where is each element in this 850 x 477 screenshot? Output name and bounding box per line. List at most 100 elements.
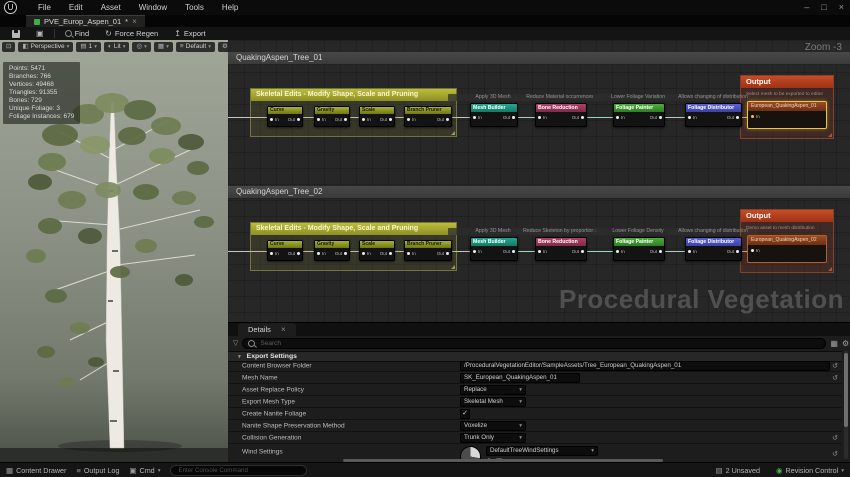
- node-branch-pruner[interactable]: Branch Pruner InOut: [404, 240, 452, 261]
- node-scale[interactable]: Scale InOut: [359, 106, 395, 127]
- minimize-button[interactable]: –: [804, 1, 809, 14]
- lit-mode-dropdown[interactable]: ◐Lit▾: [104, 42, 130, 52]
- in-pin[interactable]: [688, 250, 691, 253]
- node-mesh-builder[interactable]: Mesh Builder InOut: [470, 103, 518, 127]
- gear-icon[interactable]: ⚙: [842, 339, 849, 348]
- out-pin[interactable]: [512, 250, 515, 253]
- tab-close-icon[interactable]: ×: [132, 17, 137, 26]
- details-search-box[interactable]: [242, 338, 826, 349]
- profile-dropdown[interactable]: ≡Default▾: [176, 42, 215, 52]
- collision-generation-dropdown[interactable]: Trunk Only▾: [460, 433, 526, 443]
- out-pin[interactable]: [446, 118, 449, 121]
- out-pin[interactable]: [389, 118, 392, 121]
- create-nanite-foliage-checkbox[interactable]: ✓: [460, 409, 470, 419]
- perspective-dropdown[interactable]: ◧Perspective▾: [18, 42, 73, 52]
- in-pin[interactable]: [538, 250, 541, 253]
- out-pin[interactable]: [581, 250, 584, 253]
- revision-control-button[interactable]: ◉ Revision Control ▾: [776, 466, 844, 475]
- wind-settings-dropdown[interactable]: DefaultTreeWindSettings▾: [486, 446, 598, 456]
- reset-to-default-icon[interactable]: ↺: [832, 434, 838, 442]
- in-pin[interactable]: [616, 116, 619, 119]
- in-pin[interactable]: [616, 250, 619, 253]
- reset-to-default-icon[interactable]: ↺: [832, 374, 838, 382]
- output-box-title[interactable]: Output: [741, 210, 833, 222]
- node-gravity[interactable]: Gravity InOut: [314, 240, 350, 261]
- node-mesh-builder[interactable]: Mesh Builder InOut: [470, 237, 518, 261]
- in-pin[interactable]: [317, 118, 320, 121]
- out-pin[interactable]: [389, 252, 392, 255]
- output-comment-box[interactable]: Output Demo asset to mesh distribution E…: [740, 209, 834, 273]
- in-pin[interactable]: [751, 115, 754, 118]
- mesh-name-field[interactable]: SK_European_QuakingAspen_01: [460, 373, 580, 383]
- out-pin[interactable]: [297, 252, 300, 255]
- save-button[interactable]: [6, 30, 26, 38]
- menu-help[interactable]: Help: [213, 0, 247, 15]
- out-pin[interactable]: [736, 250, 739, 253]
- browse-button[interactable]: ▣: [30, 27, 50, 40]
- content-drawer-button[interactable]: ▦ Content Drawer: [6, 466, 66, 475]
- nanite-shape-preservation-dropdown[interactable]: Voxelize▾: [460, 421, 526, 431]
- comment-box-skeletal-edits[interactable]: Skeletal Edits - Modify Shape, Scale and…: [250, 88, 457, 137]
- show-flags-dropdown[interactable]: ◎▾: [132, 42, 150, 52]
- out-pin[interactable]: [736, 116, 739, 119]
- comment-box-skeletal-edits[interactable]: Skeletal Edits - Modify Shape, Scale and…: [250, 222, 457, 271]
- output-box-title[interactable]: Output: [741, 76, 833, 88]
- node-foliage-distributor[interactable]: Foliage Distributor InOut: [685, 237, 742, 261]
- details-search-input[interactable]: [258, 339, 820, 348]
- grid-dropdown[interactable]: ▦▾: [154, 42, 173, 52]
- in-pin[interactable]: [473, 250, 476, 253]
- filter-icon[interactable]: ▽: [233, 339, 238, 347]
- details-tab[interactable]: Details ×: [238, 323, 296, 336]
- node-foliage-painter[interactable]: Foliage Painter InOut: [613, 237, 665, 261]
- viewport-3d[interactable]: ⊡ ◧Perspective▾ ▤1▾ ◐Lit▾ ◎▾ ▦▾ ≡Default…: [0, 40, 229, 462]
- reset-to-default-icon[interactable]: ↺: [832, 450, 838, 458]
- node-output-mesh[interactable]: European_QuakingAspen_01 In: [747, 101, 827, 129]
- node-scale[interactable]: Scale InOut: [359, 240, 395, 261]
- maximize-button[interactable]: □: [821, 1, 826, 14]
- in-pin[interactable]: [538, 116, 541, 119]
- content-browser-folder-field[interactable]: /ProceduralVegetationEditor/SampleAssets…: [460, 361, 830, 371]
- node-branch-pruner[interactable]: Branch Pruner InOut: [404, 106, 452, 127]
- out-pin[interactable]: [512, 116, 515, 119]
- out-pin[interactable]: [344, 118, 347, 121]
- menu-asset[interactable]: Asset: [92, 0, 130, 15]
- cmd-dropdown[interactable]: ▣ Cmd ▾: [129, 466, 160, 475]
- in-pin[interactable]: [362, 252, 365, 255]
- view-group-dropdown[interactable]: ▤1▾: [76, 42, 101, 52]
- node-curve[interactable]: Curve InOut: [267, 240, 303, 261]
- in-pin[interactable]: [270, 252, 273, 255]
- in-pin[interactable]: [270, 118, 273, 121]
- unsaved-assets-button[interactable]: ▤ 2 Unsaved: [715, 466, 759, 475]
- console-command-input[interactable]: [176, 466, 301, 475]
- close-button[interactable]: ×: [839, 1, 844, 14]
- node-graph-panel[interactable]: Procedural Vegetation Zoom -3 QuakingAsp…: [228, 40, 850, 322]
- display-options-icon[interactable]: ▦: [830, 339, 838, 348]
- node-bone-reduction[interactable]: Bone Reduction InOut: [535, 103, 587, 127]
- maximize-viewport-icon[interactable]: ⊡: [2, 42, 15, 52]
- in-pin[interactable]: [751, 249, 754, 252]
- export-button[interactable]: ↥ Export: [168, 27, 211, 40]
- menu-file[interactable]: File: [29, 0, 60, 15]
- scrollbar-thumb[interactable]: [844, 353, 848, 427]
- out-pin[interactable]: [446, 252, 449, 255]
- output-log-button[interactable]: ≡ Output Log: [76, 466, 119, 475]
- vertical-scrollbar[interactable]: [844, 351, 848, 459]
- output-comment-box[interactable]: Output Select mesh to be exported to edi…: [740, 75, 834, 139]
- node-curve[interactable]: Curve InOut: [267, 106, 303, 127]
- comment-box-title[interactable]: Skeletal Edits - Modify Shape, Scale and…: [251, 223, 456, 235]
- node-foliage-distributor[interactable]: Foliage Distributor InOut: [685, 103, 742, 127]
- export-mesh-type-dropdown[interactable]: Skeletal Mesh▾: [460, 397, 526, 407]
- in-pin[interactable]: [407, 118, 410, 121]
- close-icon[interactable]: ×: [281, 325, 286, 334]
- reset-to-default-icon[interactable]: ↺: [832, 362, 838, 370]
- in-pin[interactable]: [688, 116, 691, 119]
- in-pin[interactable]: [317, 252, 320, 255]
- node-output-mesh[interactable]: European_QuakingAspen_02 In: [747, 235, 827, 263]
- asset-tab[interactable]: PVE_Europ_Aspen_01 * ×: [26, 15, 145, 27]
- in-pin[interactable]: [362, 118, 365, 121]
- in-pin[interactable]: [407, 252, 410, 255]
- find-button[interactable]: Find: [59, 27, 96, 40]
- node-bone-reduction[interactable]: Bone Reduction InOut: [535, 237, 587, 261]
- comment-box-title[interactable]: Skeletal Edits - Modify Shape, Scale and…: [251, 89, 456, 101]
- node-gravity[interactable]: Gravity InOut: [314, 106, 350, 127]
